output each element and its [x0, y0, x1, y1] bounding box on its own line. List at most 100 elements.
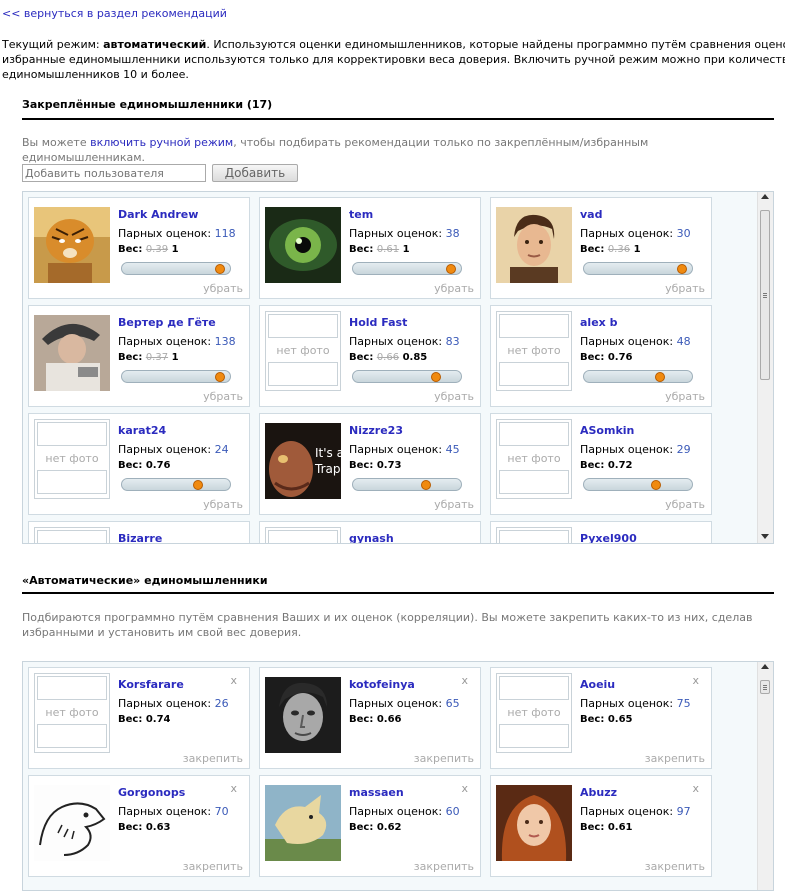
remove-link[interactable]: убрать: [203, 390, 243, 403]
pair-ratings-value[interactable]: 29: [677, 443, 691, 456]
username-link[interactable]: Вертер де Гёте: [118, 316, 216, 329]
trust-weight-slider[interactable]: [583, 478, 693, 491]
scroll-thumb[interactable]: [760, 210, 770, 380]
pair-ratings-value[interactable]: 83: [446, 335, 460, 348]
slider-knob[interactable]: [193, 480, 203, 490]
pinned-scrollbar[interactable]: [757, 192, 773, 543]
pair-ratings-value[interactable]: 118: [215, 227, 236, 240]
pair-ratings-value[interactable]: 30: [677, 227, 691, 240]
remove-link[interactable]: убрать: [665, 282, 705, 295]
dismiss-icon[interactable]: x: [461, 674, 468, 687]
pair-ratings-value[interactable]: 65: [446, 697, 460, 710]
trust-weight-slider[interactable]: [121, 478, 231, 491]
pin-link[interactable]: закрепить: [414, 752, 474, 765]
pair-ratings-value[interactable]: 26: [215, 697, 229, 710]
pair-ratings-value[interactable]: 24: [215, 443, 229, 456]
pair-ratings-value[interactable]: 38: [446, 227, 460, 240]
remove-link[interactable]: убрать: [434, 390, 474, 403]
username-link[interactable]: massaen: [349, 786, 404, 799]
dismiss-icon[interactable]: x: [461, 782, 468, 795]
pin-link[interactable]: закрепить: [645, 752, 705, 765]
slider-knob[interactable]: [651, 480, 661, 490]
add-user-input[interactable]: [22, 164, 206, 182]
pair-ratings-value[interactable]: 97: [677, 805, 691, 818]
username-link[interactable]: alex b: [580, 316, 617, 329]
username-link[interactable]: Aoeiu: [580, 678, 615, 691]
slider-knob[interactable]: [215, 372, 225, 382]
enable-manual-mode-link[interactable]: включить ручной режим: [90, 136, 233, 149]
scroll-up-arrow-icon[interactable]: [761, 194, 769, 199]
placeholder-frame: [499, 314, 569, 338]
weight-value: 0.74: [145, 714, 171, 725]
trust-weight-slider[interactable]: [121, 262, 231, 275]
slider-knob[interactable]: [446, 264, 456, 274]
trust-weight-slider[interactable]: [352, 478, 462, 491]
username-link[interactable]: Bizarre: [118, 532, 162, 543]
avatar[interactable]: [496, 207, 572, 283]
avatar[interactable]: [34, 785, 110, 861]
pair-ratings-value[interactable]: 138: [215, 335, 236, 348]
dismiss-icon[interactable]: x: [692, 674, 699, 687]
weight-label: Вес:: [118, 244, 146, 255]
slider-knob[interactable]: [215, 264, 225, 274]
trust-weight-slider[interactable]: [121, 370, 231, 383]
avatar[interactable]: [34, 315, 110, 391]
username-link[interactable]: vad: [580, 208, 602, 221]
pair-ratings-value[interactable]: 70: [215, 805, 229, 818]
avatar[interactable]: [34, 207, 110, 283]
auto-users-panel[interactable]: нет фото Korsfarare x Парных оценок: 26 Вес:…: [22, 661, 774, 891]
avatar[interactable]: It's a Trap!: [265, 423, 341, 499]
remove-link[interactable]: убрать: [665, 498, 705, 511]
old-weight-value: 0.66: [376, 352, 400, 363]
no-photo-placeholder: нет фото: [496, 419, 572, 499]
scroll-down-arrow-icon[interactable]: [761, 534, 769, 539]
pin-link[interactable]: закрепить: [645, 860, 705, 873]
username-link[interactable]: Hold Fast: [349, 316, 407, 329]
scroll-thumb[interactable]: [760, 680, 770, 694]
back-to-recommendations-link[interactable]: << вернуться в раздел рекомендаций: [2, 7, 227, 20]
pair-ratings-value[interactable]: 45: [446, 443, 460, 456]
trust-weight-slider[interactable]: [352, 370, 462, 383]
trust-weight: Вес: 0.63: [118, 822, 171, 833]
username-link[interactable]: gynash: [349, 532, 394, 543]
remove-link[interactable]: убрать: [665, 390, 705, 403]
pin-link[interactable]: закрепить: [414, 860, 474, 873]
slider-knob[interactable]: [421, 480, 431, 490]
slider-knob[interactable]: [655, 372, 665, 382]
pinned-users-panel[interactable]: Dark Andrew Парных оценок: 118 Вес: 0.39 1…: [22, 191, 774, 544]
username-link[interactable]: Pyxel900: [580, 532, 637, 543]
username-link[interactable]: karat24: [118, 424, 166, 437]
username-link[interactable]: tem: [349, 208, 373, 221]
remove-link[interactable]: убрать: [434, 498, 474, 511]
avatar[interactable]: [265, 207, 341, 283]
remove-link[interactable]: убрать: [203, 282, 243, 295]
remove-link[interactable]: убрать: [203, 498, 243, 511]
add-user-button[interactable]: Добавить: [212, 164, 298, 182]
pin-link[interactable]: закрепить: [183, 860, 243, 873]
username-link[interactable]: Nizzre23: [349, 424, 403, 437]
auto-scrollbar[interactable]: [757, 662, 773, 890]
trust-weight-slider[interactable]: [583, 370, 693, 383]
avatar[interactable]: [496, 785, 572, 861]
dismiss-icon[interactable]: x: [230, 674, 237, 687]
avatar[interactable]: [265, 677, 341, 753]
slider-knob[interactable]: [677, 264, 687, 274]
pin-link[interactable]: закрепить: [183, 752, 243, 765]
trust-weight-slider[interactable]: [352, 262, 462, 275]
pair-ratings-value[interactable]: 60: [446, 805, 460, 818]
avatar[interactable]: [265, 785, 341, 861]
scroll-up-arrow-icon[interactable]: [761, 664, 769, 669]
slider-knob[interactable]: [431, 372, 441, 382]
remove-link[interactable]: убрать: [434, 282, 474, 295]
username-link[interactable]: Korsfarare: [118, 678, 184, 691]
dismiss-icon[interactable]: x: [230, 782, 237, 795]
username-link[interactable]: Gorgonops: [118, 786, 185, 799]
pair-ratings-value[interactable]: 75: [677, 697, 691, 710]
username-link[interactable]: kotofeinya: [349, 678, 415, 691]
username-link[interactable]: Abuzz: [580, 786, 617, 799]
dismiss-icon[interactable]: x: [692, 782, 699, 795]
trust-weight-slider[interactable]: [583, 262, 693, 275]
pair-ratings-value[interactable]: 48: [677, 335, 691, 348]
username-link[interactable]: ASomkin: [580, 424, 634, 437]
username-link[interactable]: Dark Andrew: [118, 208, 198, 221]
